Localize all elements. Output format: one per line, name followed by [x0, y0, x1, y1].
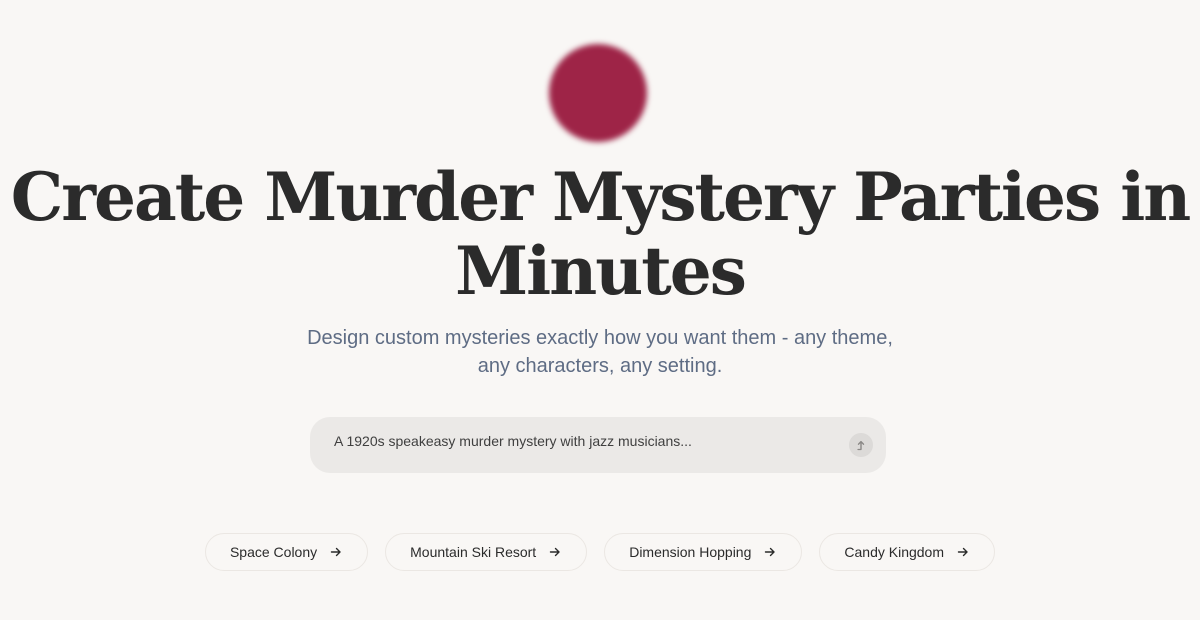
hero-orb [549, 44, 647, 142]
prompt-input[interactable] [322, 427, 846, 455]
arrow-up-icon [855, 439, 867, 451]
hero-subtitle-line-1: Design custom mysteries exactly how you … [307, 327, 893, 349]
suggestion-label: Dimension Hopping [629, 544, 752, 560]
suggestion-chip-dimension-hopping[interactable]: Dimension Hopping [604, 533, 803, 571]
page-title-line-1: Create Murder Mystery Parties in [10, 158, 1191, 236]
arrow-right-icon [956, 545, 970, 559]
suggestion-label: Space Colony [229, 544, 318, 560]
page-title: Create Murder Mystery Parties in Minutes [0, 160, 1200, 308]
suggestion-chip-candy-kingdom[interactable]: Candy Kingdom [819, 533, 996, 571]
arrow-right-icon [329, 545, 343, 559]
hero-subtitle: Design custom mysteries exactly how you … [270, 324, 930, 380]
submit-prompt-button[interactable] [849, 433, 873, 457]
prompt-box [310, 417, 886, 473]
arrow-right-icon [548, 545, 562, 559]
suggestion-label: Mountain Ski Resort [410, 544, 537, 560]
page-title-line-2: Minutes [455, 232, 747, 310]
suggestion-list: Space Colony Mountain Ski Resort Dimensi… [0, 533, 1200, 571]
hero-subtitle-line-2: any characters, any setting. [477, 355, 723, 377]
arrow-right-icon [763, 545, 777, 559]
suggestion-chip-space-colony[interactable]: Space Colony [204, 533, 369, 571]
suggestion-label: Candy Kingdom [844, 544, 945, 560]
suggestion-chip-mountain-ski-resort[interactable]: Mountain Ski Resort [385, 533, 588, 571]
